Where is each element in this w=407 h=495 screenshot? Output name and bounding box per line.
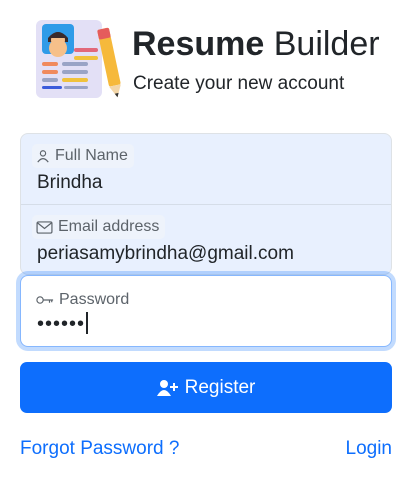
person-add-icon [156, 379, 178, 396]
email-label: Email address [32, 215, 166, 239]
password-field[interactable]: Password •••••• [20, 275, 392, 347]
fullname-label-text: Full Name [55, 147, 128, 164]
fullname-label: Full Name [32, 144, 134, 168]
resume-document-pencil-icon [36, 20, 121, 98]
envelope-icon [36, 220, 53, 234]
key-icon [36, 296, 54, 304]
input-group: Full Name Brindha Email address periasam… [20, 133, 392, 275]
register-form: Full Name Brindha Email address periasam… [20, 133, 392, 347]
email-field[interactable]: Email address periasamybrindha@gmail.com [21, 204, 391, 274]
app-header: Resume Builder Create your new account [34, 18, 394, 102]
title-rest: Builder [273, 25, 380, 63]
title-bold: Resume [132, 25, 265, 63]
forgot-password-link[interactable]: Forgot Password ? [20, 438, 179, 460]
fullname-field[interactable]: Full Name Brindha [21, 134, 391, 204]
person-icon [37, 150, 49, 163]
email-input[interactable]: periasamybrindha@gmail.com [37, 243, 294, 265]
app-title: Resume Builder [132, 22, 380, 66]
text-caret [86, 312, 89, 334]
register-button-label: Register [184, 376, 256, 398]
fullname-input[interactable]: Brindha [37, 172, 103, 194]
password-input[interactable]: •••••• [37, 312, 89, 336]
page-subtitle: Create your new account [133, 73, 345, 94]
login-link[interactable]: Login [346, 438, 393, 460]
password-label: Password [32, 288, 136, 312]
email-label-text: Email address [58, 218, 160, 235]
password-label-text: Password [59, 291, 130, 308]
password-dots: •••••• [37, 313, 86, 335]
register-button[interactable]: Register [20, 362, 392, 413]
